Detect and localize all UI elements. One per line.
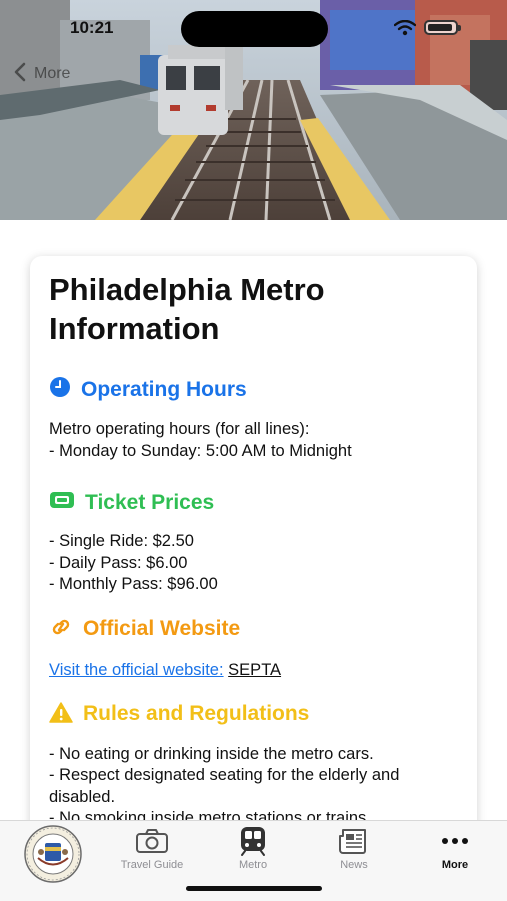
warning-icon: [49, 701, 73, 728]
page-title: Philadelphia Metro Information: [49, 272, 325, 346]
tab-travel-guide[interactable]: Travel Guide: [112, 825, 192, 871]
ticket-prices-text: - Single Ride: $2.50 - Daily Pass: $6.00…: [49, 531, 459, 596]
info-card: Philadelphia Metro Information Operating…: [30, 256, 477, 896]
tab-label: Metro: [238, 859, 268, 871]
official-website-link[interactable]: Visit the official website:: [49, 661, 224, 679]
more-icon: [415, 825, 495, 857]
ticket-prices-title: Ticket Prices: [85, 490, 215, 514]
text-line: - No eating or drinking inside the metro…: [49, 744, 374, 763]
tab-news[interactable]: News: [314, 825, 394, 871]
operating-hours-text: Metro operating hours (for all lines): -…: [49, 419, 459, 462]
rules-text: - No eating or drinking inside the metro…: [49, 744, 459, 830]
text-line: - Single Ride: $2.50: [49, 532, 194, 550]
operating-hours-title: Operating Hours: [81, 377, 247, 401]
dynamic-island: [181, 11, 328, 47]
tab-label: News: [340, 859, 368, 871]
ticket-prices-header: Ticket Prices: [49, 490, 459, 515]
tab-home[interactable]: [24, 825, 82, 883]
official-website-header: Official Website: [49, 616, 459, 643]
text-line: Metro operating hours (for all lines):: [49, 420, 310, 438]
tab-more[interactable]: More: [415, 825, 495, 871]
text-line: - Monday to Sunday: 5:00 AM to Midnight: [49, 441, 352, 460]
ticket-icon: [49, 490, 75, 515]
rules-title: Rules and Regulations: [83, 702, 310, 725]
text-line: - Daily Pass: $6.00: [49, 553, 188, 572]
newspaper-icon: [314, 825, 394, 857]
text-line: - Monthly Pass: $96.00: [49, 575, 218, 593]
city-seal-icon: [24, 825, 82, 883]
tab-label: Travel Guide: [120, 859, 184, 871]
tab-label: More: [441, 859, 469, 871]
tab-metro[interactable]: Metro: [213, 825, 293, 871]
wifi-icon: [393, 19, 417, 41]
status-bar: 10:21: [0, 0, 507, 50]
official-website-title: Official Website: [83, 617, 241, 640]
camera-icon: [112, 825, 192, 857]
back-label: More: [34, 65, 71, 82]
back-button[interactable]: More: [14, 60, 70, 88]
website-link-row: Visit the official website: SEPTA: [49, 659, 459, 681]
link-icon: [49, 616, 73, 643]
status-time: 10:21: [70, 18, 114, 37]
train-icon: [213, 825, 293, 857]
rules-header: Rules and Regulations: [49, 701, 459, 728]
home-indicator: [186, 886, 322, 891]
chevron-left-icon: [14, 62, 26, 87]
text-line: - Respect designated seating for the eld…: [49, 766, 400, 806]
operating-hours-header: Operating Hours: [49, 376, 459, 403]
clock-icon: [49, 376, 71, 403]
septa-link[interactable]: SEPTA: [228, 661, 281, 679]
battery-icon: [424, 20, 461, 35]
